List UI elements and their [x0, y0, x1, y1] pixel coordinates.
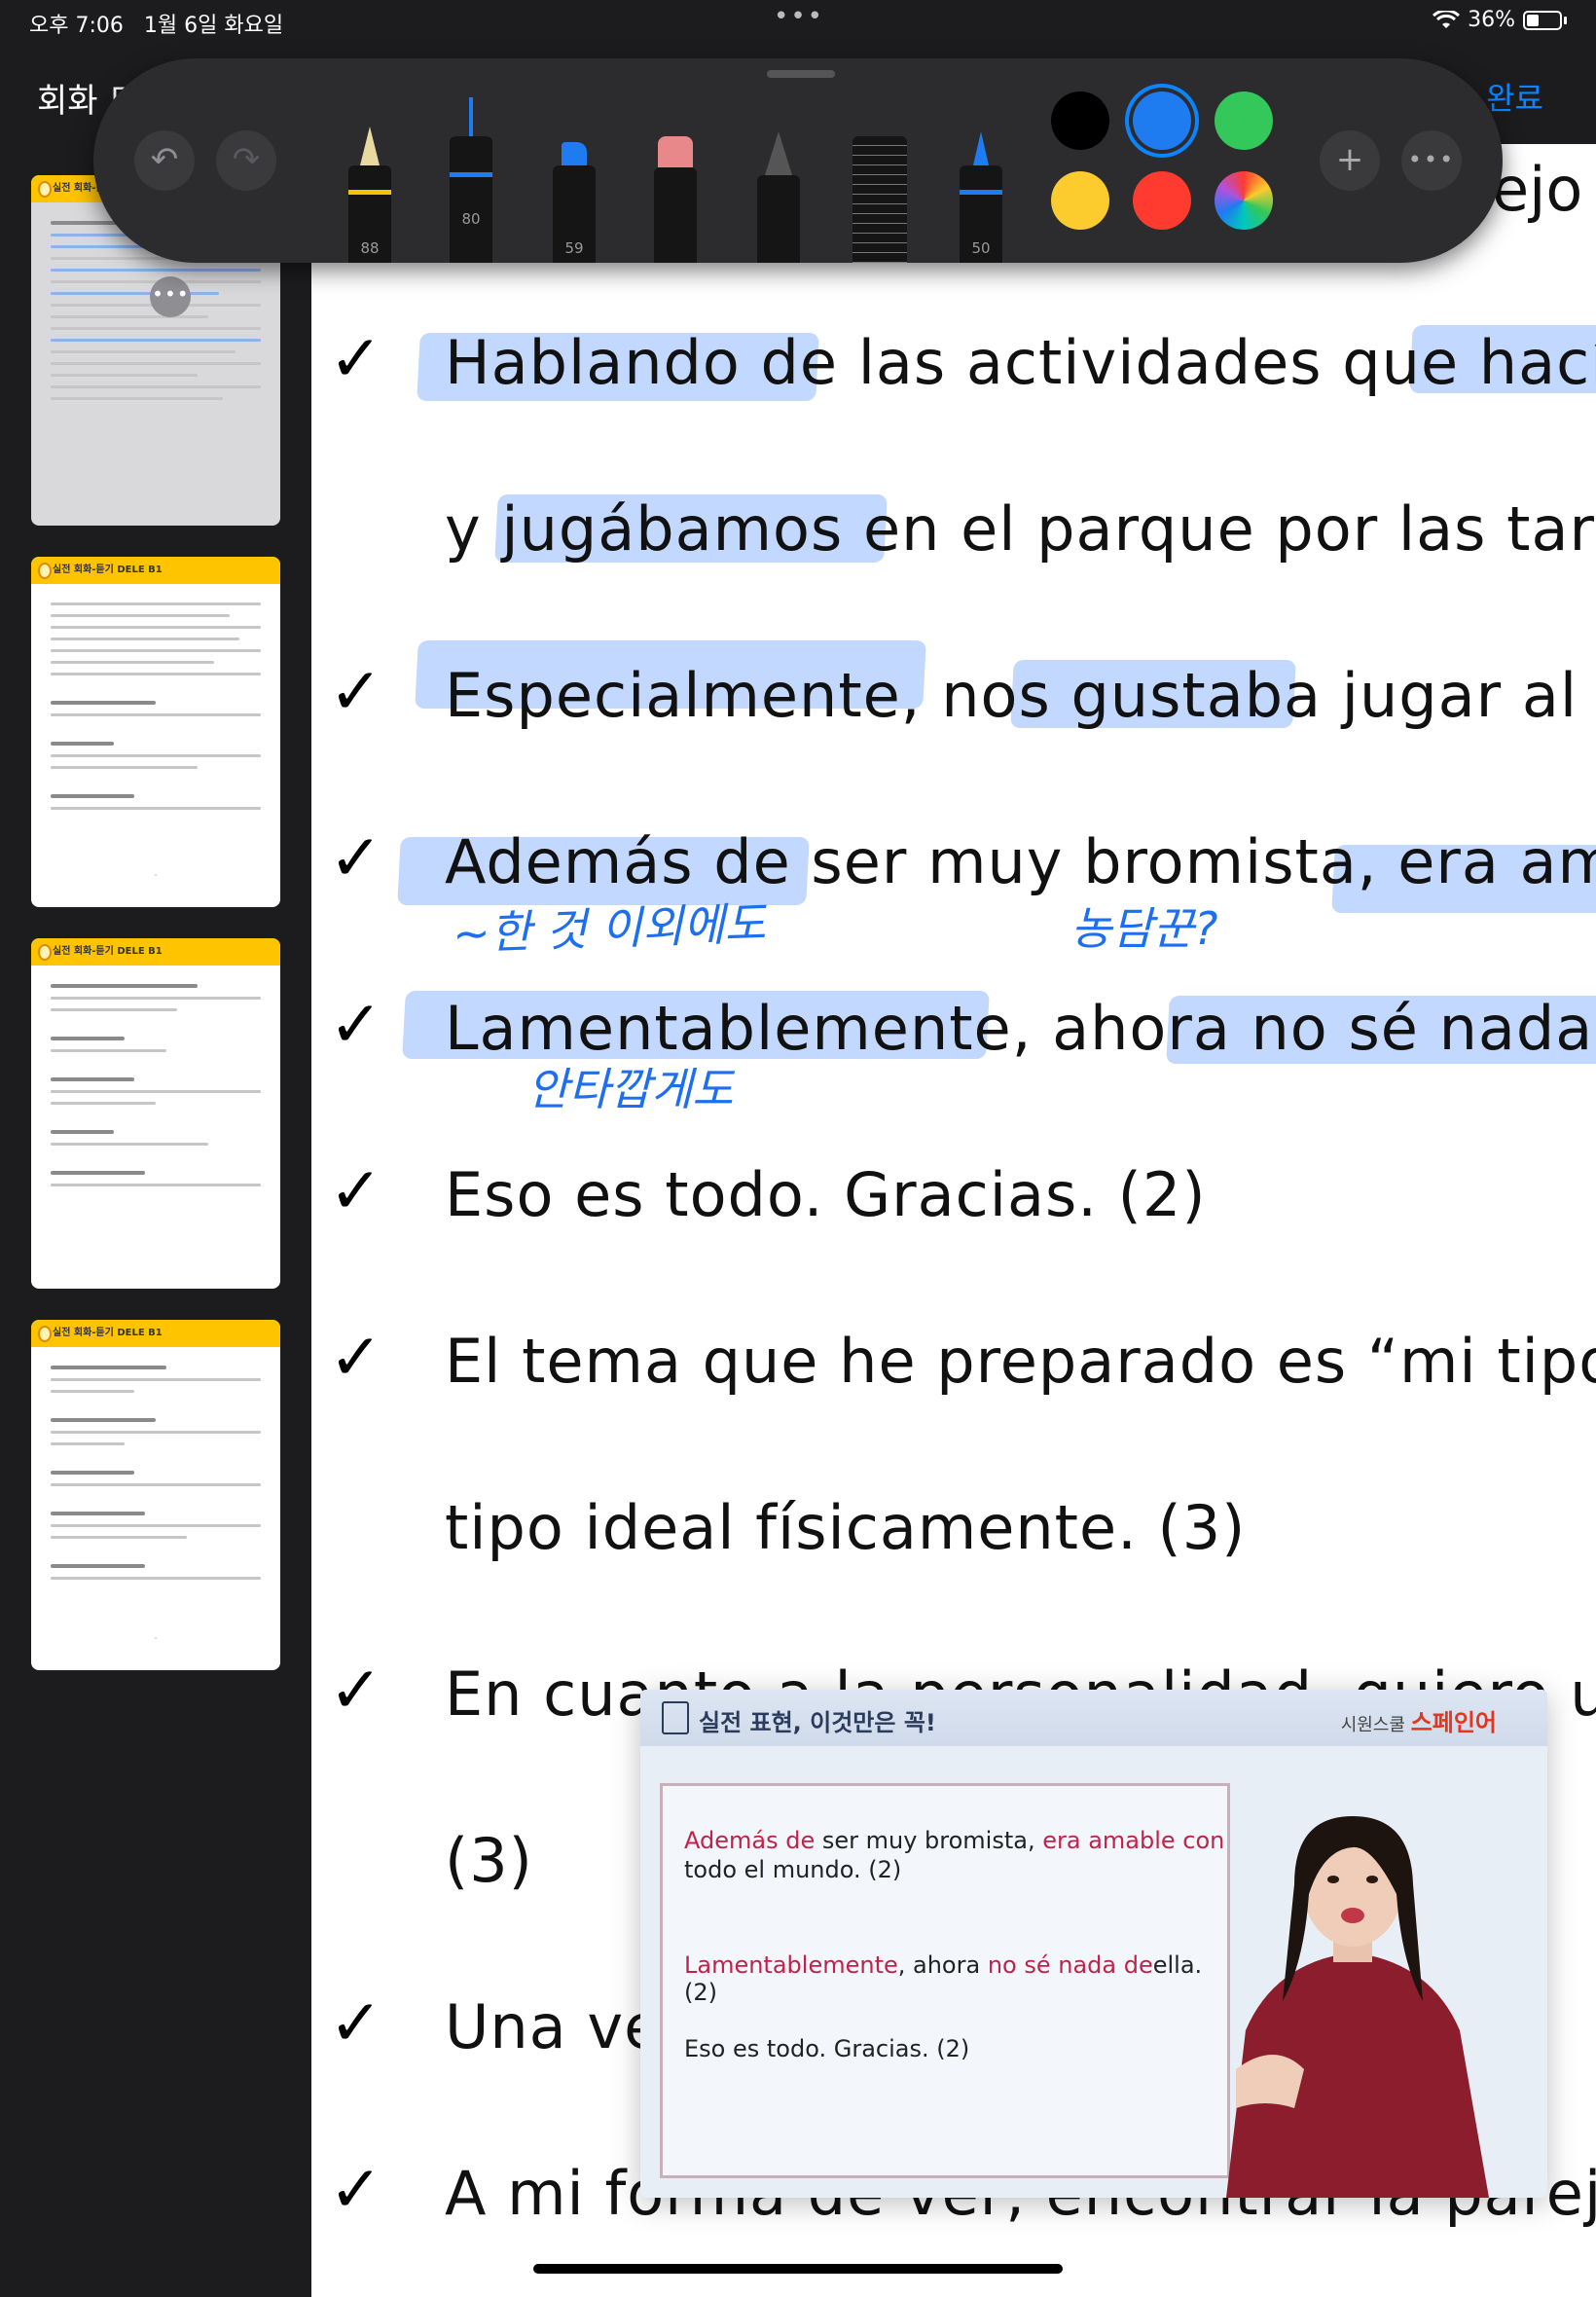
- document-line: ✓ Lamentablemente, ahora no sé nada de: [311, 979, 1596, 1086]
- tool-size-value: 50: [971, 239, 991, 257]
- line-text: El tema que he preparado es “mi tipo: [445, 1326, 1596, 1397]
- thumbnail-content: [31, 584, 280, 828]
- lesson-line: Eso es todo. Gracias. (2): [684, 2035, 970, 2062]
- fineliner-tool[interactable]: 80: [450, 97, 492, 263]
- page-thumbnail-3[interactable]: 실전 회화-듣기 DELE B1: [31, 938, 280, 1289]
- video-header-title: 실전 표현, 이것만은 꼭!: [699, 1709, 936, 1736]
- check-mark: ✓: [329, 2152, 383, 2227]
- line-text: Hablando de las actividades que hacían: [445, 327, 1596, 398]
- clipboard-icon: [662, 1701, 689, 1734]
- color-swatch-yellow[interactable]: [1051, 171, 1109, 230]
- battery-percent: 36%: [1468, 8, 1515, 32]
- document-line: ✓ Especialmente, nos gustaba jugar al es…: [311, 646, 1596, 753]
- line-text: y jugábamos en el parque por las tarde: [445, 493, 1596, 565]
- lesson-line: Lamentablemente, ahora no sé nada deella…: [684, 1951, 1203, 2006]
- pencil-tool[interactable]: [757, 131, 800, 263]
- tool-size-value: 59: [564, 239, 584, 257]
- line-text: tipo ideal físicamente. (3): [445, 1492, 1247, 1563]
- ruler-tool[interactable]: [852, 136, 907, 263]
- redo-icon[interactable]: ↷: [216, 130, 276, 191]
- done-button[interactable]: 완료: [1486, 74, 1543, 119]
- color-swatch-green[interactable]: [1215, 91, 1273, 150]
- page-thumbnail-4[interactable]: 실전 회화-듣기 DELE B1 ·: [31, 1320, 280, 1670]
- partial-text-top: ejo: [1492, 154, 1583, 225]
- lesson-board: Además de ser muy bromista, era amable c…: [660, 1783, 1230, 2178]
- lesson-line: Además de ser muy bromista, era amable c…: [684, 1827, 1225, 1854]
- more-dots-icon[interactable]: •••: [774, 2, 824, 31]
- crayon-tool[interactable]: 50: [960, 131, 1002, 263]
- wifi-icon: [1433, 10, 1461, 28]
- thumbnail-content: [31, 1347, 280, 1598]
- thumbnail-page-number: ·: [154, 871, 158, 880]
- picture-in-picture-video[interactable]: 실전 표현, 이것만은 꼭! 시원스쿨 스페인어 Además de ser m…: [640, 1690, 1547, 2198]
- color-swatch-blue[interactable]: [1133, 91, 1191, 150]
- eraser-tool[interactable]: [654, 136, 697, 263]
- marker-tool[interactable]: 59: [553, 127, 596, 263]
- thumbnail-page-number: ·: [154, 1634, 158, 1643]
- status-right: 36%: [1433, 8, 1567, 32]
- more-icon[interactable]: •••: [1401, 130, 1462, 191]
- presenter-image: [1226, 1816, 1489, 2198]
- status-time: 오후 7:06 1월 6일 화요일: [29, 14, 284, 38]
- thumbnail-content: [31, 966, 280, 1205]
- line-text: Eso es todo. Gracias. (2): [445, 1159, 1207, 1230]
- check-mark: ✓: [329, 1153, 383, 1228]
- document-line: ✓ Hablando de las actividades que hacían: [311, 313, 1596, 420]
- lesson-line: todo el mundo. (2): [684, 1856, 902, 1883]
- thumbnail-header: 실전 회화-듣기 DELE B1: [31, 938, 280, 966]
- handwritten-annotation: ~한 것 이외에도: [452, 896, 767, 961]
- check-mark: ✓: [329, 1653, 383, 1728]
- thumbnail-header: 실전 회화-듣기 DELE B1: [31, 557, 280, 584]
- document-line: tipo ideal físicamente. (3): [311, 1478, 1596, 1586]
- brand-logo: 시원스쿨 스페인어: [1340, 1709, 1497, 1736]
- handwritten-annotation: 안타깝게도: [527, 1063, 734, 1115]
- check-mark: ✓: [329, 1986, 383, 2060]
- line-text: Especialmente, nos gustaba jugar al esc: [445, 660, 1596, 731]
- battery-icon: [1523, 10, 1562, 30]
- thumbnail-more-button[interactable]: •••: [150, 276, 192, 317]
- undo-icon[interactable]: ↶: [134, 130, 195, 191]
- color-swatch-black[interactable]: [1051, 91, 1109, 150]
- document-line: y jugábamos en el parque por las tarde: [311, 480, 1596, 587]
- check-mark: ✓: [329, 987, 383, 1062]
- line-text: (3): [445, 1825, 533, 1896]
- thumbnail-header: 실전 회화-듣기 DELE B1: [31, 1320, 280, 1347]
- document-line: ✓ El tema que he preparado es “mi tipo: [311, 1312, 1596, 1419]
- home-indicator[interactable]: [533, 2264, 1063, 2274]
- page-thumbnail-2[interactable]: 실전 회화-듣기 DELE B1 ·: [31, 557, 280, 907]
- document-line: ✓ Eso es todo. Gracias. (2): [311, 1146, 1596, 1253]
- page-thumbnail-sidebar: 실전 회화-듣기 ••• 실전 회화-듣기 DELE B1 · 실전 회화-듣기…: [0, 144, 311, 2297]
- plus-icon[interactable]: +: [1320, 130, 1380, 191]
- color-swatch-red[interactable]: [1133, 171, 1191, 230]
- tool-size-value: 88: [360, 239, 380, 257]
- handwritten-annotation: 농담꾼?: [1070, 902, 1218, 955]
- tool-size-value: 80: [461, 210, 481, 228]
- line-text: Además de ser muy bromista, era amab: [445, 826, 1596, 897]
- check-mark: ✓: [329, 820, 383, 895]
- video-header: 실전 표현, 이것만은 꼭! 시원스쿨 스페인어: [640, 1690, 1547, 1746]
- pen-tool[interactable]: 88: [348, 127, 391, 263]
- check-mark: ✓: [329, 654, 383, 729]
- check-mark: ✓: [329, 321, 383, 396]
- check-mark: ✓: [329, 1320, 383, 1395]
- color-picker-wheel[interactable]: [1215, 171, 1273, 230]
- status-bar: 오후 7:06 1월 6일 화요일 ••• 36%: [0, 0, 1596, 47]
- toolbar-grabber[interactable]: [767, 70, 835, 78]
- markup-toolbar: ↶ ↷ 88 80 59 50 + •••: [93, 58, 1503, 263]
- battery-nub: [1564, 16, 1567, 24]
